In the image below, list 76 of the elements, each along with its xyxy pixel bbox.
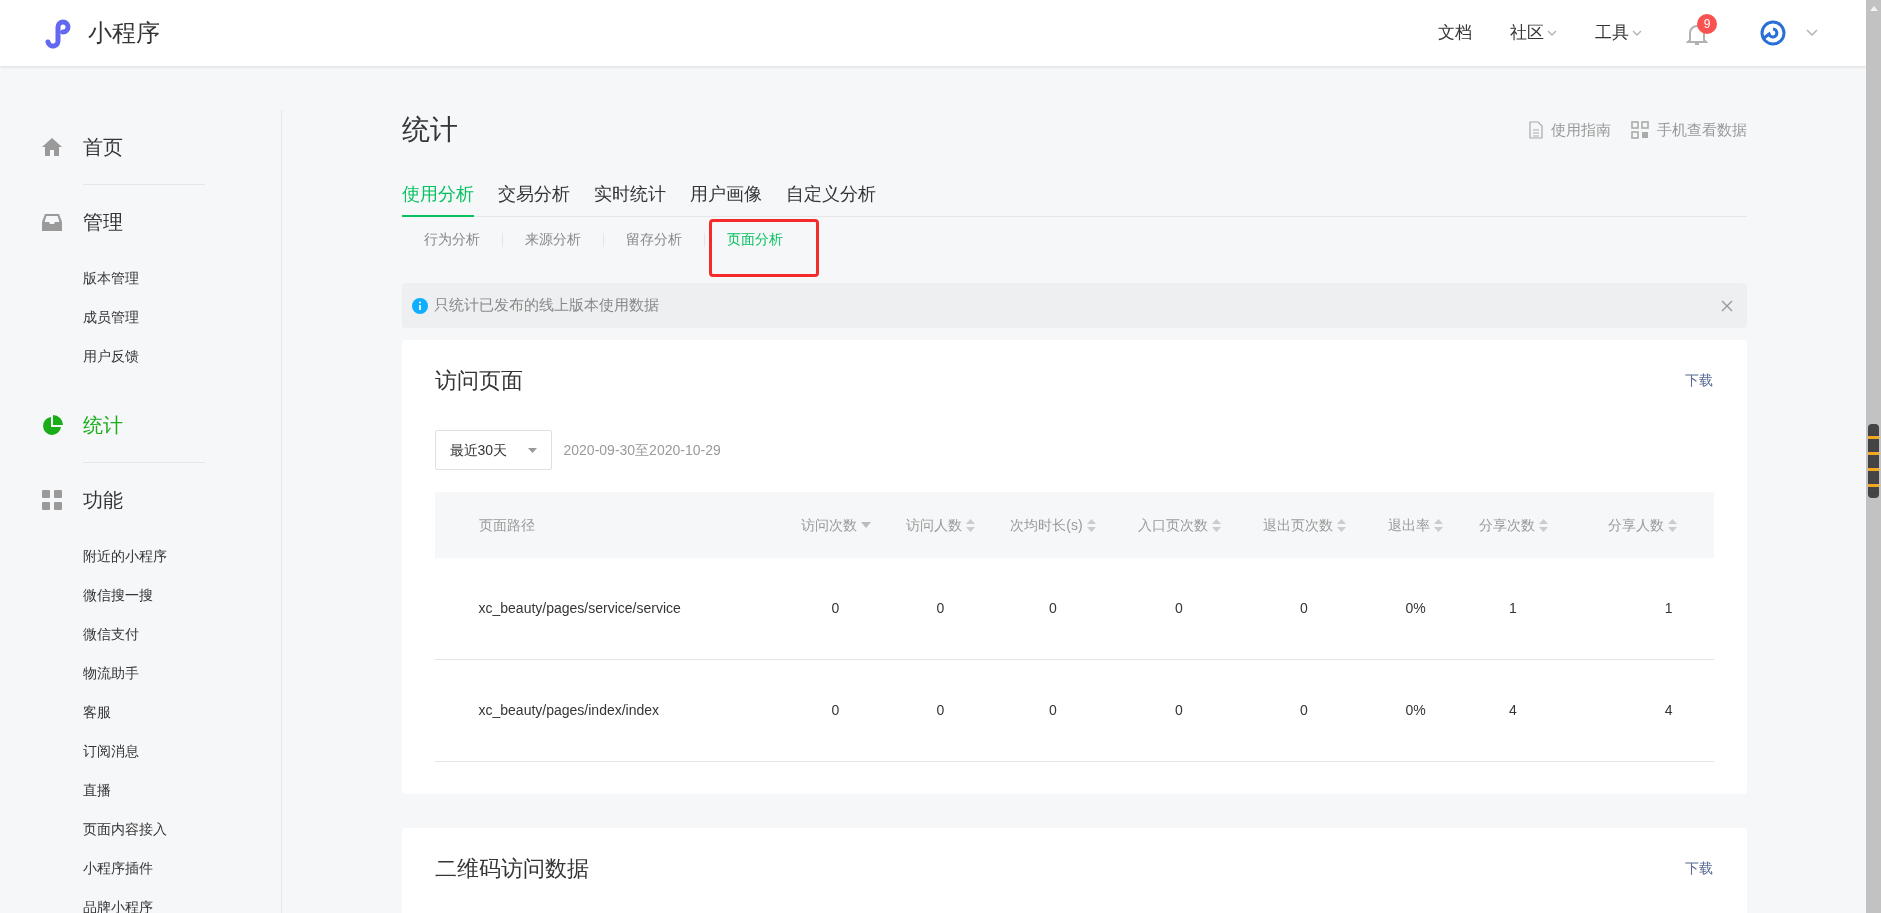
nav-link[interactable]: 文档	[1438, 20, 1472, 46]
sidebar-subitem[interactable]: 微信搜一搜	[83, 585, 153, 606]
card-title: 二维码访问数据	[434, 854, 589, 883]
sidebar-subitem[interactable]: 成员管理	[83, 307, 139, 328]
table-cell-text: 0	[936, 701, 945, 720]
sidebar-subitem[interactable]: 订阅消息	[83, 741, 139, 762]
table-cell-text: 0	[1175, 701, 1183, 720]
sidebar-subitem[interactable]: 附近的小程序	[83, 546, 167, 567]
tab[interactable]: 自定义分析	[785, 174, 876, 217]
subtab[interactable]: 行为分析	[401, 217, 502, 262]
sidebar-item[interactable]: 管理	[83, 207, 123, 237]
tab[interactable]: 交易分析	[497, 174, 570, 217]
table-cell-text: 0	[1049, 599, 1057, 618]
notification-badge: 9	[1697, 14, 1717, 34]
sort-icon[interactable]	[966, 518, 975, 532]
avatar-icon[interactable]	[1760, 20, 1786, 46]
sidebar-item[interactable]: 功能	[83, 485, 123, 515]
table-cell-text: 0%	[1405, 701, 1426, 720]
period-dropdown[interactable]: 最近30天	[434, 430, 552, 470]
table-cell-text: 0	[1300, 599, 1308, 618]
pie-chart-icon	[42, 414, 63, 436]
nav-link[interactable]: 工具	[1595, 20, 1642, 46]
sort-icon[interactable]	[1336, 518, 1346, 532]
page-title: 统计	[401, 113, 458, 147]
caret-down-icon	[527, 447, 537, 453]
table-cell-text: 0	[936, 599, 945, 618]
sidebar-subitem[interactable]: 用户反馈	[83, 346, 139, 367]
sidebar-subitem[interactable]: 品牌小程序	[83, 897, 153, 913]
table-cell-text: 1	[1664, 599, 1673, 618]
subtab[interactable]: 来源分析	[502, 217, 603, 262]
tab[interactable]: 用户画像	[689, 174, 762, 217]
notice-text: 只统计已发布的线上版本使用数据	[433, 295, 659, 316]
close-icon[interactable]	[1720, 299, 1733, 312]
table-cell-text: 0%	[1405, 599, 1426, 618]
table-cell-text: 0	[1175, 599, 1183, 618]
table-cell-text: 0	[1049, 701, 1057, 720]
logo-text: 小程序	[88, 18, 160, 48]
home-icon	[42, 138, 62, 156]
scroll-up-icon[interactable]	[1868, 4, 1879, 12]
sort-icon[interactable]	[1434, 518, 1443, 532]
subtab[interactable]: 留存分析	[603, 217, 704, 262]
sidebar-subitem[interactable]: 页面内容接入	[83, 819, 167, 840]
qr-code-icon	[1630, 121, 1649, 139]
sidebar-subitem[interactable]: 小程序插件	[83, 858, 153, 879]
inbox-icon	[42, 213, 62, 231]
table-cell-text: xc_beauty/pages/index/index	[478, 701, 660, 720]
table-cell-text: 4	[1509, 701, 1517, 720]
sidebar-subitem[interactable]: 客服	[83, 702, 111, 723]
nav-link[interactable]: 社区	[1510, 20, 1557, 46]
table-cell-text: 0	[831, 701, 840, 720]
table-cell-text: 1	[1509, 599, 1517, 618]
grid-icon	[42, 490, 62, 510]
card-title: 访问页面	[434, 366, 523, 395]
sort-icon[interactable]	[1667, 518, 1677, 532]
table-cell-text: 4	[1664, 701, 1673, 720]
sort-descending-icon[interactable]	[860, 522, 871, 528]
tab[interactable]: 实时统计	[593, 174, 666, 217]
info-icon	[411, 297, 428, 314]
sidebar-subitem[interactable]: 直播	[83, 780, 111, 801]
download-link[interactable]: 下载	[1684, 857, 1713, 879]
scrollbar-thumb[interactable]	[1868, 424, 1879, 498]
chevron-down-icon[interactable]	[1806, 29, 1818, 37]
sort-icon[interactable]	[1538, 518, 1548, 532]
sidebar-subitem[interactable]: 物流助手	[83, 663, 139, 684]
sort-icon[interactable]	[1211, 518, 1221, 532]
table-cell-text: 0	[1300, 701, 1308, 720]
sort-icon[interactable]	[1086, 518, 1096, 532]
sidebar-subitem[interactable]: 微信支付	[83, 624, 139, 645]
table-cell-text: xc_beauty/pages/service/service	[478, 599, 681, 618]
table-cell-text: 0	[831, 599, 840, 618]
date-range: 2020-09-30至2020-10-29	[563, 440, 721, 460]
download-link[interactable]: 下载	[1684, 369, 1713, 391]
scrollbar[interactable]	[1866, 0, 1881, 913]
sidebar-subitem[interactable]: 版本管理	[83, 268, 139, 289]
sidebar-item[interactable]: 首页	[83, 132, 123, 162]
document-icon	[1528, 121, 1543, 139]
